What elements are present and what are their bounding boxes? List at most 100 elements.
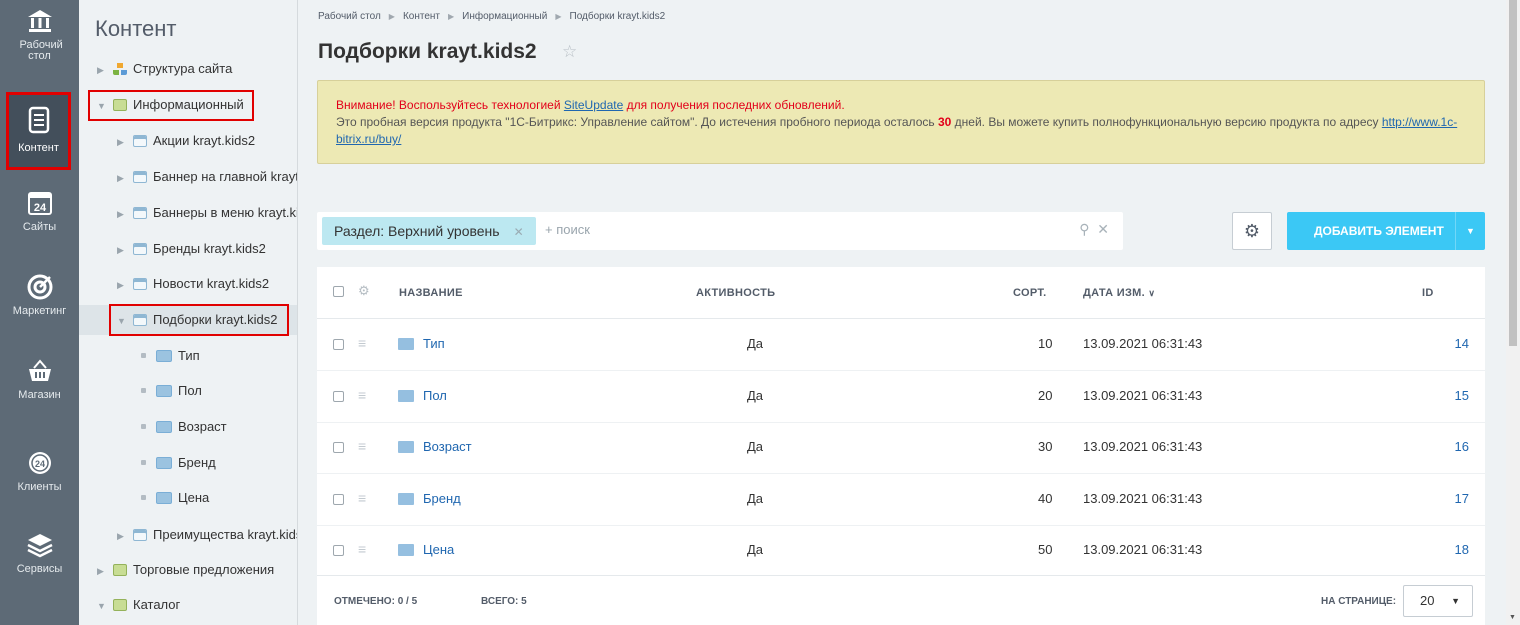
settings-button[interactable]: ⚙ — [1232, 212, 1272, 250]
drag-handle-icon[interactable]: ≡ — [358, 335, 366, 351]
target-icon — [27, 274, 52, 300]
filter-search-bar[interactable]: Раздел: Верхний уровень ✕ + поиск ⚲ ✕ — [317, 212, 1123, 250]
search-actions: ⚲ ✕ — [1079, 221, 1109, 238]
expand-arrow-icon[interactable]: ▶ — [97, 558, 111, 584]
breadcrumb-item[interactable]: Информационный — [462, 11, 547, 22]
tree-item-news[interactable]: ▶ Новости krayt.kids2 — [117, 271, 269, 297]
row-active: Да — [747, 542, 764, 557]
tree-item-catalog[interactable]: ▼ Каталог — [97, 592, 180, 618]
tree-item-label: Преимущества krayt.kids2 — [153, 527, 298, 542]
add-element-button[interactable]: ДОБАВИТЬ ЭЛЕМЕНТ ▼ — [1287, 212, 1485, 250]
expand-arrow-icon[interactable]: ▶ — [117, 201, 131, 227]
tree-title: Контент — [95, 16, 177, 41]
row-id-link[interactable]: 15 — [1455, 388, 1469, 403]
siteupdate-link[interactable]: SiteUpdate — [564, 98, 623, 112]
menu-label: Клиенты — [17, 481, 62, 493]
breadcrumb-item[interactable]: Подборки krayt.kids2 — [570, 11, 666, 22]
tree-item-gender[interactable]: Пол — [141, 378, 202, 404]
scroll-down-arrow-icon[interactable]: ▼ — [1509, 614, 1516, 621]
filter-chip[interactable]: Раздел: Верхний уровень ✕ — [322, 217, 536, 245]
table-row[interactable]: ≡ Тип Да 10 13.09.2021 06:31:43 14 — [317, 319, 1485, 371]
folder-icon — [156, 457, 172, 469]
grid-header: ⚙ НАЗВАНИЕ АКТИВНОСТЬ СОРТ. ДАТА ИЗМ. ∨ … — [317, 267, 1485, 319]
tree-item-advantages[interactable]: ▶ Преимущества krayt.kids2 — [117, 522, 298, 549]
table-row[interactable]: ≡ Возраст Да 30 13.09.2021 06:31:43 16 — [317, 422, 1485, 474]
tree-item-price[interactable]: Цена — [141, 485, 209, 511]
highlight-box — [88, 90, 254, 121]
row-name-link[interactable]: Цена — [423, 542, 454, 557]
row-checkbox[interactable] — [333, 493, 344, 505]
menu-item-desktop[interactable]: Рабочий стол — [0, 6, 79, 84]
row-name-link[interactable]: Возраст — [423, 439, 472, 454]
row-date: 13.09.2021 06:31:43 — [1083, 387, 1203, 403]
row-date: 13.09.2021 06:31:43 — [1083, 336, 1203, 351]
table-row[interactable]: ≡ Бренд Да 40 13.09.2021 06:31:43 17 — [317, 474, 1485, 526]
row-checkbox[interactable] — [333, 545, 344, 556]
chevron-down-icon[interactable]: ▼ — [1455, 212, 1485, 250]
row-name-link[interactable]: Пол — [423, 388, 447, 403]
tree-item-banner-main[interactable]: ▶ Баннер на главной krayt.kids2 — [117, 164, 298, 191]
svg-text:24: 24 — [33, 202, 46, 214]
tree-item-label: Бренды krayt.kids2 — [153, 241, 266, 256]
menu-item-content[interactable]: Контент — [6, 92, 71, 170]
tree-item-type[interactable]: Тип — [141, 343, 200, 369]
expand-arrow-icon[interactable]: ▶ — [117, 165, 131, 191]
clear-icon[interactable]: ✕ — [1097, 221, 1109, 237]
tree-item-brand[interactable]: Бренд — [141, 450, 216, 476]
row-id-link[interactable]: 18 — [1455, 542, 1469, 557]
column-header-active[interactable]: АКТИВНОСТЬ — [696, 287, 775, 299]
row-id-link[interactable]: 14 — [1455, 336, 1469, 351]
menu-item-shop[interactable]: Магазин — [0, 356, 79, 434]
close-icon[interactable]: ✕ — [514, 225, 524, 239]
select-all-checkbox[interactable] — [333, 286, 344, 297]
per-page-label: НА СТРАНИЦЕ: — [1321, 596, 1397, 607]
column-header-date[interactable]: ДАТА ИЗМ. ∨ — [1083, 287, 1155, 299]
column-header-id[interactable]: ID — [1422, 287, 1434, 299]
expand-arrow-icon[interactable]: ▶ — [117, 129, 131, 155]
row-name-link[interactable]: Бренд — [423, 491, 461, 506]
breadcrumb-item[interactable]: Контент — [403, 11, 440, 22]
table-row[interactable]: ≡ Пол Да 20 13.09.2021 06:31:43 15 — [317, 371, 1485, 423]
collapse-arrow-icon[interactable]: ▼ — [97, 593, 111, 619]
expand-arrow-icon[interactable]: ▶ — [117, 272, 131, 298]
menu-item-services[interactable]: Сервисы — [0, 530, 79, 608]
expand-arrow-icon[interactable]: ▶ — [117, 237, 131, 263]
gear-icon[interactable]: ⚙ — [358, 283, 370, 299]
tree-item-aktsii[interactable]: ▶ Акции krayt.kids2 — [117, 128, 255, 154]
breadcrumb-item[interactable]: Рабочий стол — [318, 11, 381, 22]
tree-item-offers[interactable]: ▶ Торговые предложения — [97, 557, 274, 583]
table-row[interactable]: ≡ Цена Да 50 13.09.2021 06:31:43 18 — [317, 525, 1485, 577]
row-id-link[interactable]: 16 — [1455, 439, 1469, 454]
page-title: Подборки krayt.kids2 — [318, 40, 537, 63]
scrollbar-thumb[interactable] — [1509, 0, 1517, 346]
menu-item-sites[interactable]: 24 Сайты — [0, 188, 79, 266]
menu-item-marketing[interactable]: Маркетинг — [0, 272, 79, 350]
tree-item-banners-menu[interactable]: ▶ Баннеры в меню krayt.kids2 — [117, 200, 297, 227]
column-header-name[interactable]: НАЗВАНИЕ — [399, 287, 463, 299]
search-input[interactable]: + поиск — [545, 222, 590, 237]
row-name-link[interactable]: Тип — [423, 336, 445, 351]
tree-item-site-structure[interactable]: ▶ Структура сайта — [97, 56, 232, 82]
menu-label: Контент — [18, 142, 59, 154]
row-checkbox[interactable] — [333, 339, 344, 350]
row-id-link[interactable]: 17 — [1455, 491, 1469, 506]
expand-arrow-icon[interactable]: ▶ — [117, 523, 131, 549]
row-checkbox[interactable] — [333, 442, 344, 453]
row-checkbox[interactable] — [333, 390, 344, 402]
drag-handle-icon[interactable]: ≡ — [358, 387, 366, 403]
drag-handle-icon[interactable]: ≡ — [358, 438, 366, 454]
drag-handle-icon[interactable]: ≡ — [358, 541, 366, 557]
menu-item-clients[interactable]: 24 Клиенты — [0, 448, 79, 526]
drag-handle-icon[interactable]: ≡ — [358, 490, 366, 506]
tree-item-brands[interactable]: ▶ Бренды krayt.kids2 — [117, 236, 266, 262]
per-page-select[interactable]: 20 ▼ — [1403, 585, 1473, 617]
app-window: Рабочий стол Контент 24 Сайты Маркетинг … — [0, 0, 1520, 625]
page-scrollbar[interactable]: ▼ — [1506, 0, 1520, 625]
search-icon[interactable]: ⚲ — [1079, 221, 1089, 237]
column-header-sort[interactable]: СОРТ. — [1013, 287, 1046, 299]
tree-item-label: Баннер на главной krayt.kids2 — [153, 169, 298, 184]
star-icon[interactable]: ☆ — [562, 42, 577, 62]
expand-arrow-icon[interactable]: ▶ — [97, 57, 111, 83]
tree-item-age[interactable]: Возраст — [141, 414, 227, 440]
clients-24-icon: 24 — [28, 452, 51, 474]
